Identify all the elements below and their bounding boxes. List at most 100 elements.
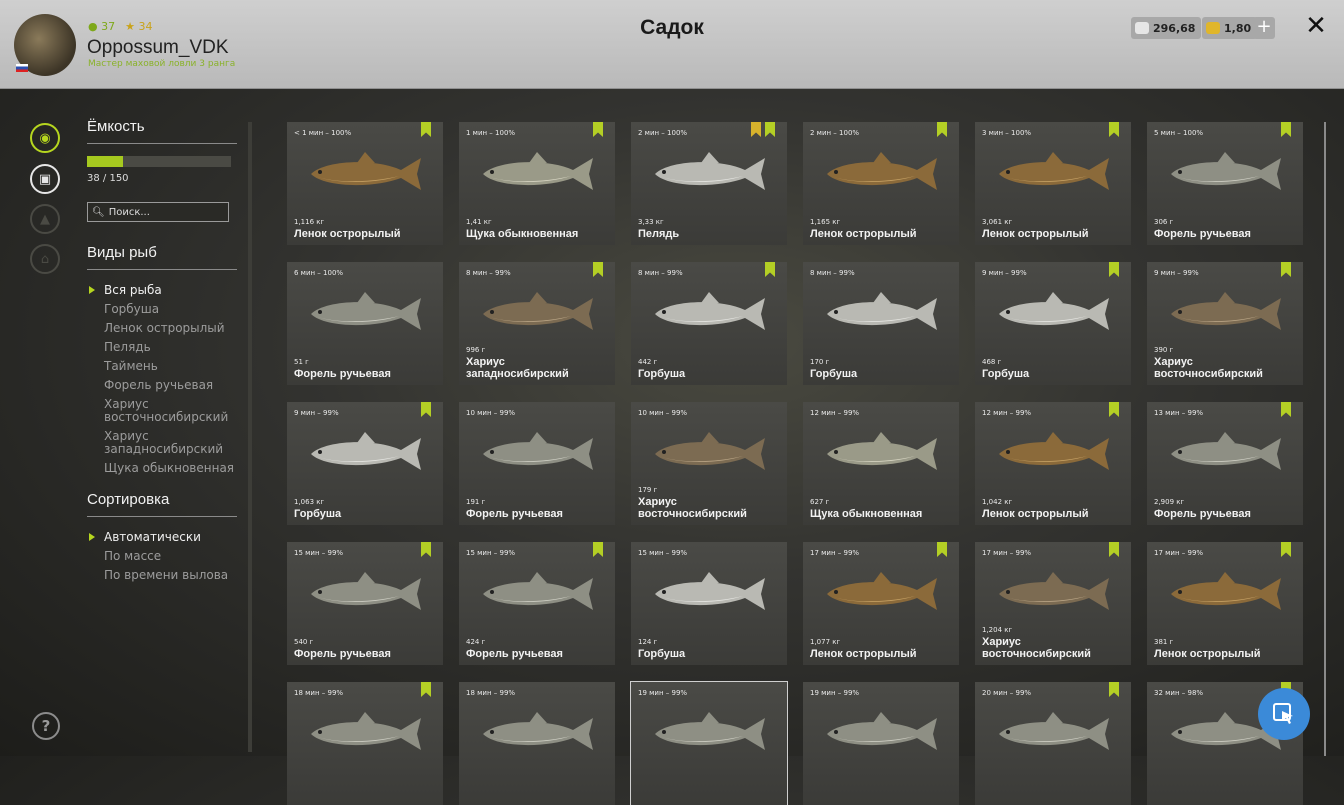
fish-grid: < 1 мин – 100% 1,116 кг Ленок острорылый 1 … [287,122,1307,805]
fish-card[interactable]: 18 мин – 99% [287,682,443,805]
fish-name: Горбуша [982,368,1030,380]
bookmark-icon [1109,122,1119,137]
fish-mass: 442 г [638,358,658,366]
species-item[interactable]: Форель ручьевая [87,379,237,392]
bookmark-icon [1281,262,1291,277]
fish-card[interactable]: 10 мин – 99% 191 г Форель ручьевая [459,402,615,525]
fish-card[interactable]: 9 мин – 99% 390 г Хариус восточносибирский [1147,262,1303,385]
fish-image [999,712,1109,750]
username: Oppossum_VDK [87,37,229,58]
fish-card[interactable]: 13 мин – 99% 2,909 кг Форель ручьевая [1147,402,1303,525]
species-item[interactable]: Хариус восточносибирский [87,398,237,424]
fish-card[interactable]: 8 мин – 99% 442 г Горбуша [631,262,787,385]
fish-name: Хариус восточносибирский [638,496,747,520]
fish-card[interactable]: 15 мин – 99% 424 г Форель ручьевая [459,542,615,665]
catch-time: 1 мин – 100% [466,129,516,137]
fish-card[interactable]: 20 мин – 99% [975,682,1131,805]
bait-icon[interactable]: ▣ [30,164,60,194]
fish-card[interactable]: 9 мин – 99% 468 г Горбуша [975,262,1131,385]
silver-coins-icon [1135,22,1149,34]
fish-card[interactable]: 2 мин – 100% 3,33 кг Пелядь [631,122,787,245]
species-item[interactable]: Вся рыба [87,284,237,297]
catch-time: 10 мин – 99% [638,409,688,417]
fish-name: Пелядь [638,228,680,240]
species-item[interactable]: Таймень [87,360,237,373]
fish-card[interactable]: 17 мин – 99% 381 г Ленок острорылый [1147,542,1303,665]
fish-name: Горбуша [638,368,686,380]
fish-keepnet-icon[interactable]: ◉ [30,123,60,153]
fish-name: Форель ручьевая [466,648,563,660]
fish-card[interactable]: 6 мин – 100% 51 г Форель ручьевая [287,262,443,385]
fish-card[interactable]: 15 мин – 99% 540 г Форель ручьевая [287,542,443,665]
species-item[interactable]: Хариус западносибирский [87,430,237,456]
fish-card[interactable]: 10 мин – 99% 179 г Хариус восточносибирски… [631,402,787,525]
fish-card[interactable]: 15 мин – 99% 124 г Горбуша [631,542,787,665]
fish-image [655,292,765,330]
fish-name: Форель ручьевая [1154,228,1251,240]
catch-time: 12 мин – 99% [810,409,860,417]
fish-image [655,712,765,750]
fish-card[interactable]: 19 мин – 99% [803,682,959,805]
fish-name: Ленок острорылый [982,228,1089,240]
cursor-mode-button[interactable] [1258,688,1310,740]
fish-name: Форель ручьевая [466,508,563,520]
fish-mass: 170 г [810,358,830,366]
fish-card[interactable]: 12 мин – 99% 627 г Щука обыкновенная [803,402,959,525]
bookmark-icon [1281,122,1291,137]
fish-mass: 3,061 кг [982,218,1013,226]
fish-card[interactable]: < 1 мин – 100% 1,116 кг Ленок острорылый [287,122,443,245]
fish-card[interactable]: 18 мин – 99% [459,682,615,805]
fish-mass: 627 г [810,498,830,506]
tent-icon[interactable]: ▲ [30,204,60,234]
fish-card[interactable]: 2 мин – 100% 1,165 кг Ленок острорылый [803,122,959,245]
fish-name: Ленок острорылый [982,508,1089,520]
fish-mass: 1,204 кг [982,626,1013,634]
fish-mass: 2,909 кг [1154,498,1185,506]
bookmark-icon [1109,542,1119,557]
fish-card[interactable]: 5 мин – 100% 306 г Форель ручьевая [1147,122,1303,245]
sort-option[interactable]: По массе [87,550,237,563]
species-item[interactable]: Ленок острорылый [87,322,237,335]
fish-card[interactable]: 8 мин – 99% 170 г Горбуша [803,262,959,385]
catch-time: 32 мин – 98% [1154,689,1204,697]
fish-image [483,152,593,190]
fish-name: Хариус восточносибирский [1154,356,1263,380]
add-currency-button[interactable]: + [1253,17,1275,39]
catch-time: 8 мин – 99% [638,269,683,277]
catch-time: 19 мин – 99% [810,689,860,697]
fish-card[interactable]: 3 мин – 100% 3,061 кг Ленок острорылый [975,122,1131,245]
fish-card[interactable]: 9 мин – 99% 1,063 кг Горбуша [287,402,443,525]
sort-option[interactable]: Автоматически [87,531,237,544]
rank-title: Мастер маховой ловли 3 ранга [88,59,236,69]
fish-image [483,292,593,330]
search-input[interactable]: 🔍︎ Поиск... [87,202,229,222]
species-item[interactable]: Щука обыкновенная [87,462,237,475]
catch-time: 9 мин – 99% [982,269,1027,277]
capacity-title: Ёмкость [87,118,237,144]
bookmark-icon [1109,262,1119,277]
fish-mass: 381 г [1154,638,1174,646]
fish-image [311,572,421,610]
fish-card[interactable]: 12 мин – 99% 1,042 кг Ленок острорылый [975,402,1131,525]
fish-card[interactable]: 17 мин – 99% 1,204 кг Хариус восточносибир… [975,542,1131,665]
fish-card[interactable]: 19 мин – 99% [630,681,788,805]
bookmark-icon [751,122,761,137]
filter-panel: Ёмкость 38 / 150 🔍︎ Поиск... Виды рыб Вс… [87,118,237,588]
fish-mass: 1,077 кг [810,638,841,646]
house-icon[interactable]: ⌂ [30,244,60,274]
help-button[interactable]: ? [32,712,60,740]
close-button[interactable]: ✕ [1302,12,1330,40]
catch-time: 20 мин – 99% [982,689,1032,697]
fish-card[interactable]: 8 мин – 99% 996 г Хариус западносибирский [459,262,615,385]
fish-card[interactable]: 1 мин – 100% 1,41 кг Щука обыкновенная [459,122,615,245]
fish-name: Горбуша [638,648,686,660]
fish-card[interactable]: 17 мин – 99% 1,077 кг Ленок острорылый [803,542,959,665]
scrollbar[interactable] [1324,122,1326,756]
fish-mass: 1,116 кг [294,218,325,226]
fish-image [311,152,421,190]
bookmark-icon [1281,542,1291,557]
species-item[interactable]: Горбуша [87,303,237,316]
catch-time: 6 мин – 100% [294,269,344,277]
sort-option[interactable]: По времени вылова [87,569,237,582]
species-item[interactable]: Пелядь [87,341,237,354]
